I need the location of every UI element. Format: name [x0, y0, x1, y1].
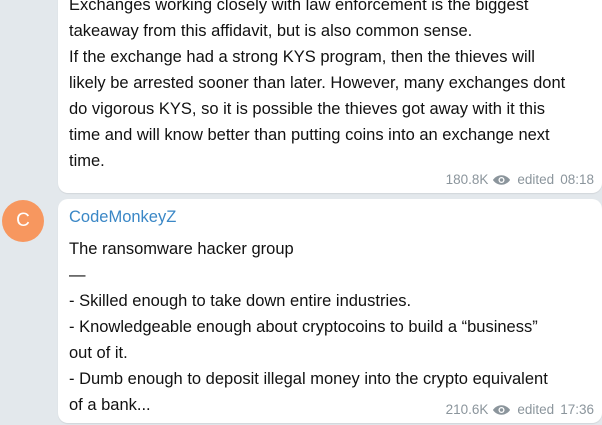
avatar-letter: C	[16, 210, 30, 231]
view-count-value: 210.6K	[445, 402, 489, 417]
eye-icon	[493, 174, 511, 185]
message-bubble: Exchanges working closely with law enfor…	[58, 0, 602, 193]
message-line: takeaway from this affidavit, but is als…	[69, 22, 473, 40]
message-line: - Knowledgeable enough about cryptocoins…	[69, 318, 538, 336]
view-count: 180.8K	[446, 172, 512, 187]
message-meta: 180.8K edited 08:18	[446, 172, 594, 187]
message-line: do vigorous KYS, so it is possible the t…	[69, 100, 545, 118]
message-text: Exchanges working closely with law enfor…	[69, 0, 589, 174]
message-meta: 210.6K edited 17:36	[446, 402, 594, 417]
view-count: 210.6K	[446, 402, 512, 417]
message-line: The ransomware hacker group	[69, 240, 294, 258]
message-line: If the exchange had a strong KYS program…	[69, 48, 535, 66]
message-bubble: CodeMonkeyZ The ransomware hacker group …	[58, 199, 602, 423]
edited-label: edited	[517, 172, 555, 187]
message-line: time and will know better than putting c…	[69, 126, 550, 144]
message-line: - Dumb enough to deposit illegal money i…	[69, 370, 548, 388]
avatar[interactable]: C	[2, 200, 44, 242]
message-line: Exchanges working closely with law enfor…	[69, 0, 529, 14]
message-line: out of it.	[69, 344, 128, 362]
message-line: time.	[69, 152, 105, 170]
message-text: The ransomware hacker group — - Skilled …	[69, 236, 589, 418]
view-count-value: 180.8K	[445, 172, 489, 187]
eye-icon	[493, 404, 511, 415]
edited-label: edited	[517, 402, 555, 417]
message-line: - Skilled enough to take down entire ind…	[69, 292, 412, 310]
message-time: 08:18	[560, 172, 594, 187]
message-time: 17:36	[560, 402, 594, 417]
author-name[interactable]: CodeMonkeyZ	[69, 208, 176, 227]
message-line: —	[69, 266, 86, 284]
message-line: likely be arrested sooner than later. Ho…	[69, 74, 566, 92]
